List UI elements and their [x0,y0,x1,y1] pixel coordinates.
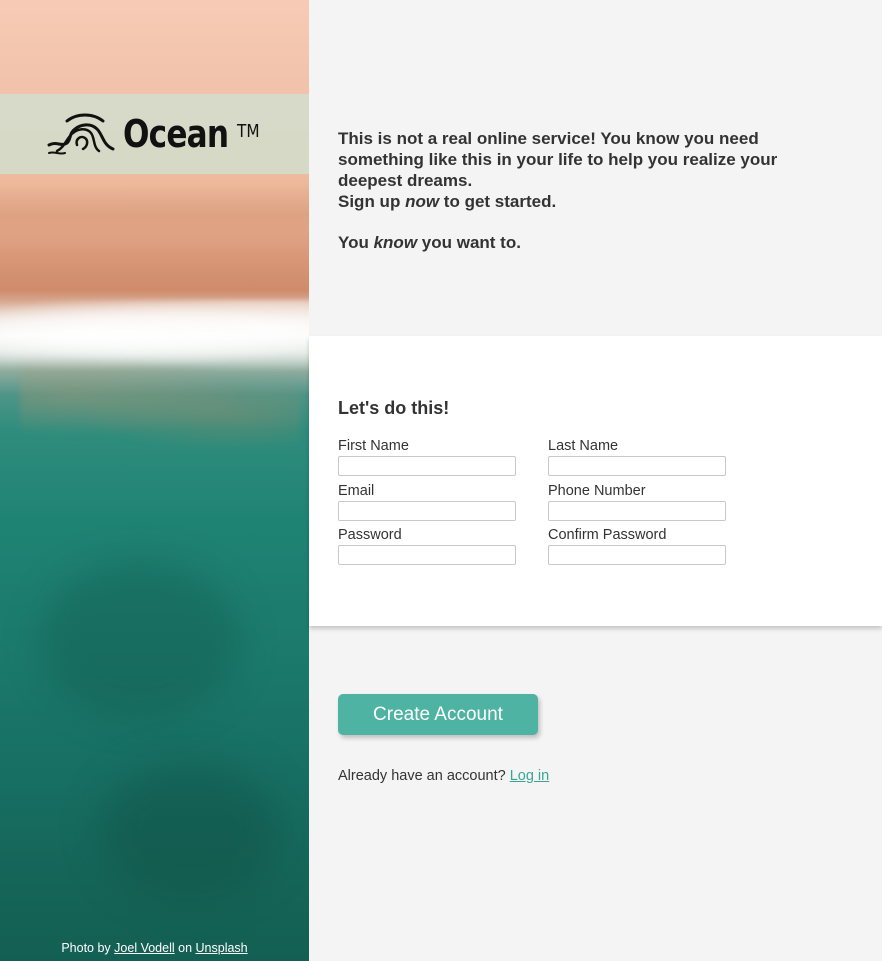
wave-logo-icon [47,113,115,155]
sand-band [0,185,309,245]
confirm-password-group: Confirm Password [548,527,726,565]
intro-section: This is not a real online service! You k… [309,0,882,336]
signup-form: Let's do this! First Name Last Name Emai… [309,336,882,626]
trademark: TM [237,121,260,142]
intro-line-2-end: to get started. [443,192,557,211]
intro-line-1: This is not a real online service! You k… [338,129,778,190]
form-title: Let's do this! [338,398,450,418]
email-group: Email [338,483,516,521]
password-input[interactable] [338,545,516,565]
first-name-label: First Name [338,438,409,454]
confirm-password-input[interactable] [548,545,726,565]
last-name-input[interactable] [548,456,726,476]
deep-water [40,560,240,720]
email-label: Email [338,483,375,499]
credit-author-link[interactable]: Joel Vodell [114,941,174,955]
password-group: Password [338,527,516,565]
credit-site-link[interactable]: Unsplash [196,941,248,955]
logo-banner: Ocean TM [0,94,309,174]
login-link[interactable]: Log in [510,768,550,784]
phone-input[interactable] [548,501,726,521]
password-label: Password [338,527,402,543]
last-name-group: Last Name [548,438,726,476]
photo-credit: Photo by Joel Vodell on Unsplash [0,941,309,955]
phone-group: Phone Number [548,483,726,521]
intro-line-3-start: You [338,233,369,252]
intro-text: This is not a real online service! You k… [338,128,818,253]
create-account-button[interactable]: Create Account [338,694,538,735]
intro-line-2: Sign up now to get started. [338,191,818,212]
intro-line-3-end: you want to. [421,233,521,252]
last-name-label: Last Name [548,438,619,454]
email-input[interactable] [338,501,516,521]
logo: Ocean TM [47,111,262,157]
deep-water [100,760,280,900]
first-name-input[interactable] [338,456,516,476]
login-prompt: Already have an account? Log in [338,768,549,784]
login-prompt-text: Already have an account? [338,768,506,784]
first-name-group: First Name [338,438,516,476]
intro-line-3-emphasis: know [373,233,418,252]
hero-image: Ocean TM Photo by Joel Vodell on Unsplas… [0,0,309,961]
intro-line-2-start: Sign up [338,192,401,211]
brand-name: Ocean [123,112,229,156]
intro-line-3: You know you want to. [338,232,818,253]
credit-middle: on [178,941,193,955]
phone-label: Phone Number [548,483,646,499]
intro-line-2-emphasis: now [405,192,440,211]
credit-prefix: Photo by [61,941,111,955]
shallow-water [20,360,300,450]
confirm-password-label: Confirm Password [548,527,667,543]
actions-section: Create Account Already have an account? … [309,626,882,961]
